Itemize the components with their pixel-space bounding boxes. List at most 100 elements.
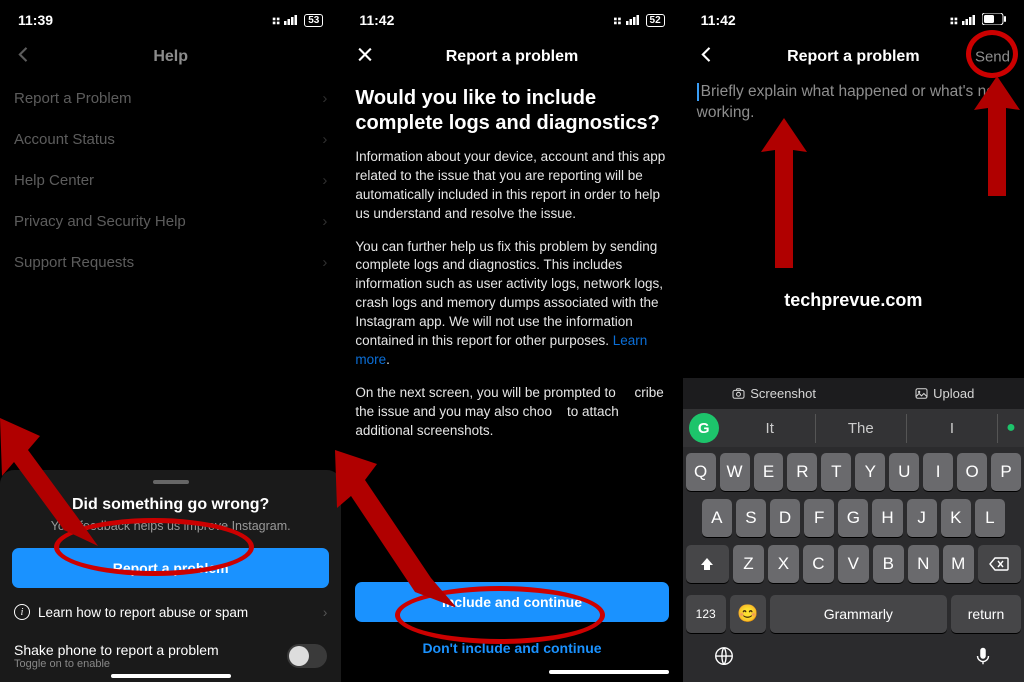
space-key[interactable]: Grammarly	[770, 595, 947, 633]
cellular-icon	[284, 12, 298, 28]
grammarly-icon[interactable]: G	[689, 413, 719, 443]
back-button[interactable]	[697, 45, 717, 70]
menu-privacy-security[interactable]: Privacy and Security Help›	[0, 201, 341, 242]
screen-logs-consent: 11:42 ⠶ 52 Report a problem Would you li…	[341, 0, 682, 682]
menu-help-center[interactable]: Help Center›	[0, 160, 341, 201]
paragraph-1: Information about your device, account a…	[355, 148, 668, 224]
heading: Would you like to include complete logs …	[355, 86, 668, 136]
key-i[interactable]: I	[923, 453, 953, 491]
key-q[interactable]: Q	[686, 453, 716, 491]
key-p[interactable]: P	[991, 453, 1021, 491]
key-l[interactable]: L	[975, 499, 1005, 537]
backspace-key[interactable]	[978, 545, 1021, 583]
key-b[interactable]: B	[873, 545, 904, 583]
learn-abuse-link[interactable]: i Learn how to report abuse or spam ›	[12, 598, 329, 634]
menu-report-problem[interactable]: Report a Problem›	[0, 78, 341, 119]
grammarly-status-icon[interactable]: ●	[998, 419, 1024, 437]
key-j[interactable]: J	[907, 499, 937, 537]
status-bar: 11:42 ⠶	[683, 0, 1024, 36]
menu-account-status[interactable]: Account Status›	[0, 119, 341, 160]
key-f[interactable]: F	[804, 499, 834, 537]
key-h[interactable]: H	[872, 499, 902, 537]
key-n[interactable]: N	[908, 545, 939, 583]
key-rows: QWERTYUIOP ASDFGHJKL ZXCVBNM	[683, 447, 1024, 595]
signal-icon: ⠶	[271, 12, 281, 29]
suggestion-2[interactable]: The	[816, 414, 907, 443]
key-x[interactable]: X	[768, 545, 799, 583]
upload-icon	[915, 388, 928, 399]
header: Report a problem	[341, 36, 682, 78]
chevron-right-icon: ›	[322, 131, 327, 148]
key-a[interactable]: A	[702, 499, 732, 537]
shake-sublabel: Toggle on to enable	[14, 658, 219, 670]
home-indicator[interactable]	[111, 674, 231, 678]
shift-key[interactable]	[686, 545, 729, 583]
key-g[interactable]: G	[838, 499, 868, 537]
battery-icon: 52	[646, 14, 665, 27]
keyboard-footer	[683, 639, 1024, 682]
sheet-handle[interactable]	[153, 480, 189, 484]
suggestion-3[interactable]: I	[907, 414, 998, 443]
key-s[interactable]: S	[736, 499, 766, 537]
chevron-left-icon	[14, 45, 34, 70]
chevron-right-icon: ›	[322, 213, 327, 230]
key-v[interactable]: V	[838, 545, 869, 583]
battery-icon	[982, 12, 1006, 28]
text-input-area[interactable]: Briefly explain what happened or what's …	[683, 78, 1024, 128]
clock: 11:39	[18, 12, 53, 28]
mic-key[interactable]	[972, 645, 994, 672]
key-o[interactable]: O	[957, 453, 987, 491]
key-w[interactable]: W	[720, 453, 750, 491]
screen-help: 11:39 ⠶ 53 Help Report a Problem› Accoun…	[0, 0, 341, 682]
page-title: Help	[153, 48, 188, 66]
attachment-bar: Screenshot Upload	[683, 378, 1024, 409]
shake-toggle-row: Shake phone to report a problem Toggle o…	[12, 634, 329, 674]
bottom-sheet: Did something go wrong? Your feedback he…	[0, 470, 341, 682]
shake-toggle[interactable]	[287, 644, 327, 668]
key-y[interactable]: Y	[855, 453, 885, 491]
back-button[interactable]	[14, 45, 34, 70]
send-button[interactable]: Send	[975, 49, 1010, 66]
numbers-key[interactable]: 123	[686, 595, 726, 633]
include-continue-button[interactable]: Include and continue	[355, 582, 668, 622]
key-d[interactable]: D	[770, 499, 800, 537]
content: Would you like to include complete logs …	[341, 78, 682, 454]
key-u[interactable]: U	[889, 453, 919, 491]
page-title: Report a problem	[787, 48, 919, 66]
key-c[interactable]: C	[803, 545, 834, 583]
globe-key[interactable]	[713, 645, 735, 672]
close-button[interactable]	[355, 45, 375, 70]
paragraph-3: On the next screen, you will be prompted…	[355, 384, 668, 441]
paragraph-2: You can further help us fix this problem…	[355, 238, 668, 370]
chevron-right-icon: ›	[322, 172, 327, 189]
signal-icon: ⠶	[612, 12, 622, 29]
key-k[interactable]: K	[941, 499, 971, 537]
keyboard: Screenshot Upload G It The I ● QWERTYUIO…	[683, 378, 1024, 682]
key-z[interactable]: Z	[733, 545, 764, 583]
dont-include-button[interactable]: Don't include and continue	[355, 632, 668, 664]
upload-button[interactable]: Upload	[915, 386, 974, 401]
header: Help	[0, 36, 341, 78]
status-bar: 11:39 ⠶ 53	[0, 0, 341, 36]
key-m[interactable]: M	[943, 545, 974, 583]
key-r[interactable]: R	[787, 453, 817, 491]
suggestion-1[interactable]: It	[725, 414, 816, 443]
dimmed-background: Help Report a Problem› Account Status› H…	[0, 36, 341, 283]
clock: 11:42	[359, 12, 394, 28]
signal-icon: ⠶	[949, 12, 959, 29]
screenshot-button[interactable]: Screenshot	[732, 386, 816, 401]
return-key[interactable]: return	[951, 595, 1021, 633]
emoji-key[interactable]: 😊	[730, 595, 766, 633]
report-problem-button[interactable]: Report a problem	[12, 548, 329, 588]
watermark: techprevue.com	[784, 290, 922, 311]
chevron-right-icon: ›	[322, 254, 327, 271]
key-e[interactable]: E	[754, 453, 784, 491]
clock: 11:42	[701, 12, 736, 28]
sheet-subtitle: Your feedback helps us improve Instagram…	[12, 518, 329, 534]
status-bar: 11:42 ⠶ 52	[341, 0, 682, 36]
keyboard-bottom-row: 123 😊 Grammarly return	[683, 595, 1024, 639]
menu-support-requests[interactable]: Support Requests›	[0, 242, 341, 283]
key-t[interactable]: T	[821, 453, 851, 491]
home-indicator[interactable]	[549, 670, 669, 674]
cellular-icon	[626, 12, 640, 28]
